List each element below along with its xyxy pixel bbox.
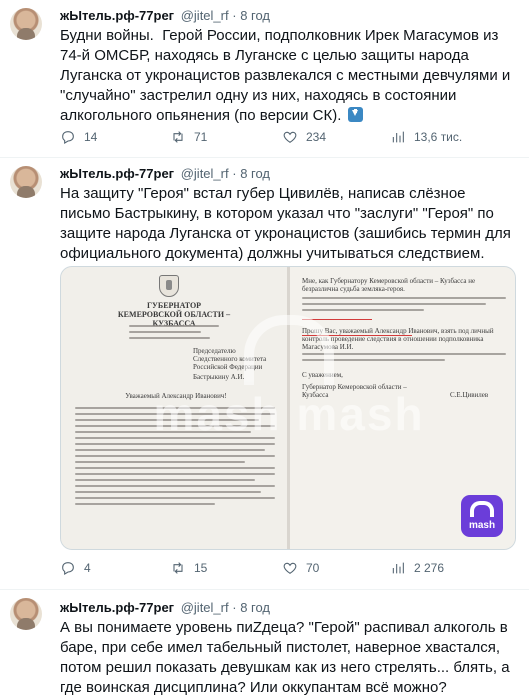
author-name[interactable]: жЫтель.рф-77рег (60, 600, 174, 615)
mash-logo: mash (461, 495, 503, 537)
separator-dot: · (232, 600, 237, 615)
mash-watermark-shape (244, 315, 334, 385)
views-count: 2 276 (414, 561, 445, 575)
like-count: 234 (306, 130, 327, 144)
tweet-header: жЫтель.рф-77рег @jitel_rf · 8 год (60, 166, 270, 182)
reply-icon (62, 131, 74, 144)
tweet-actions: 14 71 234 13,6 тис. (60, 127, 520, 147)
separator-dot: · (232, 8, 237, 23)
tweet-text: На защиту "Героя" встал губер Цивилёв, н… (60, 185, 516, 262)
doc-body-lines (302, 297, 506, 315)
reply-button[interactable]: 14 (60, 127, 97, 147)
tweet-2[interactable]: жЫтель.рф-77рег @jitel_rf · 8 год На защ… (0, 158, 529, 590)
mash-logo-shape (470, 501, 494, 517)
repost-button[interactable]: 15 (170, 558, 207, 578)
views-icon (392, 562, 404, 574)
author-handle[interactable]: @jitel_rf (181, 600, 229, 615)
mash-logo-text: mash (468, 520, 496, 531)
views-button[interactable]: 2 276 (390, 558, 444, 578)
mash-watermark: mash mash (153, 388, 425, 440)
like-count: 70 (306, 561, 320, 575)
tweet-3[interactable]: жЫтель.рф-77рег @jitel_rf · 8 год А вы п… (0, 590, 529, 695)
tweet-media[interactable]: ГУБЕРНАТОР КЕМЕРОВСКОЙ ОБЛАСТИ – КУЗБАСС… (60, 266, 516, 550)
author-name[interactable]: жЫтель.рф-77рег (60, 166, 174, 181)
author-handle[interactable]: @jitel_rf (181, 166, 229, 181)
views-count: 13,6 тис. (414, 130, 463, 144)
tweet-text-content: Будни войны. Герой России, подполковник … (60, 27, 515, 124)
reply-button[interactable]: 4 (60, 558, 91, 578)
doc-address-lines (129, 325, 219, 343)
tweet-header: жЫтель.рф-77рег @jitel_rf · 8 год (60, 8, 270, 24)
repost-button[interactable]: 71 (170, 127, 207, 147)
author-handle[interactable]: @jitel_rf (181, 8, 229, 23)
heart-icon (283, 131, 297, 143)
timestamp[interactable]: 8 год (240, 8, 270, 23)
tweet-header: жЫтель.рф-77рег @jitel_rf · 8 год (60, 600, 270, 616)
avatar[interactable] (10, 8, 42, 40)
author-name[interactable]: жЫтель.рф-77рег (60, 8, 174, 23)
avatar[interactable] (10, 166, 42, 198)
repost-icon (173, 131, 183, 143)
heart-icon (283, 562, 297, 574)
tweet-text: А вы понимаете уровень пиZдеца? "Герой" … (60, 619, 514, 695)
tweet-actions: 4 15 70 2 276 (60, 558, 520, 578)
doc-intro: Мне, как Губернатору Кемеровской области… (302, 277, 476, 293)
tweet-text: Будни войны. Герой России, подполковник … (60, 26, 515, 126)
separator-dot: · (232, 166, 237, 181)
views-icon (392, 131, 404, 143)
avatar[interactable] (10, 598, 42, 630)
timestamp[interactable]: 8 год (240, 166, 270, 181)
coat-of-arms-icon (159, 275, 179, 297)
like-button[interactable]: 70 (282, 558, 319, 578)
tweet-1[interactable]: жЫтель.рф-77рег @jitel_rf · 8 год Будни … (0, 0, 529, 160)
views-button[interactable]: 13,6 тис. (390, 127, 462, 147)
repost-count: 15 (194, 561, 208, 575)
doc-org-line1: ГУБЕРНАТОР (146, 301, 202, 310)
repost-icon (173, 562, 183, 574)
reply-count: 14 (84, 130, 98, 144)
reply-count: 4 (84, 561, 91, 575)
reply-icon (62, 562, 74, 575)
doc-org-title: ГУБЕРНАТОР КЕМЕРОВСКОЙ ОБЛАСТИ – КУЗБАСС… (101, 301, 247, 328)
timestamp[interactable]: 8 год (240, 600, 270, 615)
repost-count: 71 (194, 130, 208, 144)
down-arrow-emoji (347, 107, 363, 122)
like-button[interactable]: 234 (282, 127, 326, 147)
